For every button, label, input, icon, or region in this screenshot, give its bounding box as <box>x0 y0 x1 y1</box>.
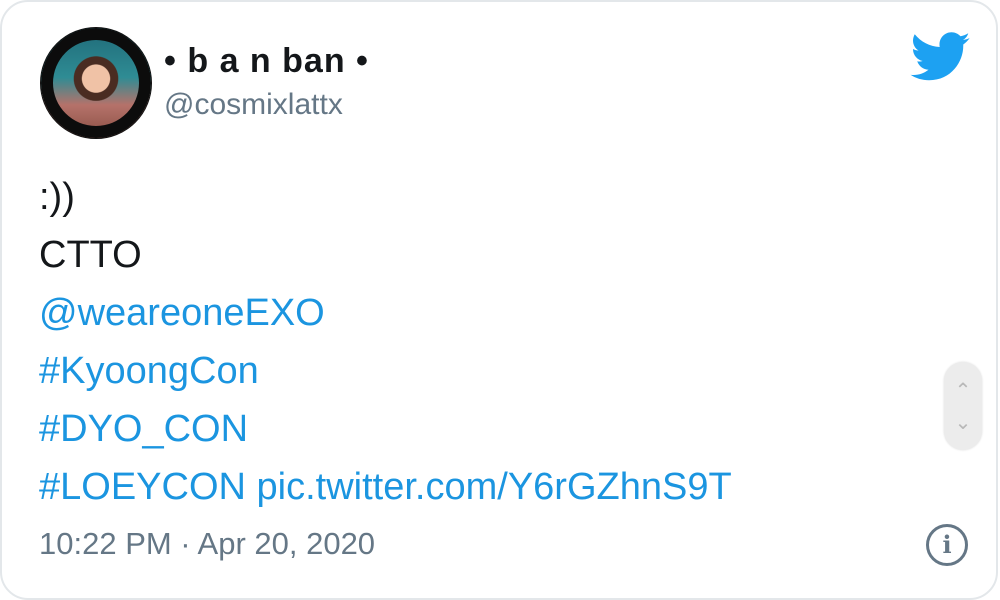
tweet-line-2: CTTO <box>39 234 142 276</box>
author-handle[interactable]: @cosmixlattx <box>164 88 343 122</box>
tweet-line-1: :)) <box>39 176 75 218</box>
info-icon[interactable]: i <box>926 524 968 566</box>
media-link[interactable]: pic.twitter.com/Y6rGZhnS9T <box>257 466 732 508</box>
tweet-timestamp[interactable]: 10:22 PM · Apr 20, 2020 <box>39 526 375 562</box>
avatar[interactable] <box>40 27 152 139</box>
hashtag-link-loeycon[interactable]: #LOEYCON <box>39 466 246 508</box>
chevron-down-icon[interactable]: ⌄ <box>944 412 982 432</box>
hashtag-link-kyoongcon[interactable]: #KyoongCon <box>39 342 732 400</box>
tweet-text: :)) CTTO @weareoneEXO #KyoongCon #DYO_CO… <box>39 168 732 516</box>
chevron-up-icon[interactable]: ⌃ <box>944 380 982 400</box>
scroll-widget[interactable]: ⌃ ⌄ <box>944 362 982 450</box>
author-display-name[interactable]: • b a n ban • <box>164 42 369 81</box>
twitter-bird-icon[interactable] <box>910 32 972 82</box>
hashtag-link-dyo-con[interactable]: #DYO_CON <box>39 400 732 458</box>
mention-link[interactable]: @weareoneEXO <box>39 284 732 342</box>
tweet-card: • b a n ban • @cosmixlattx :)) CTTO @wea… <box>0 0 998 600</box>
